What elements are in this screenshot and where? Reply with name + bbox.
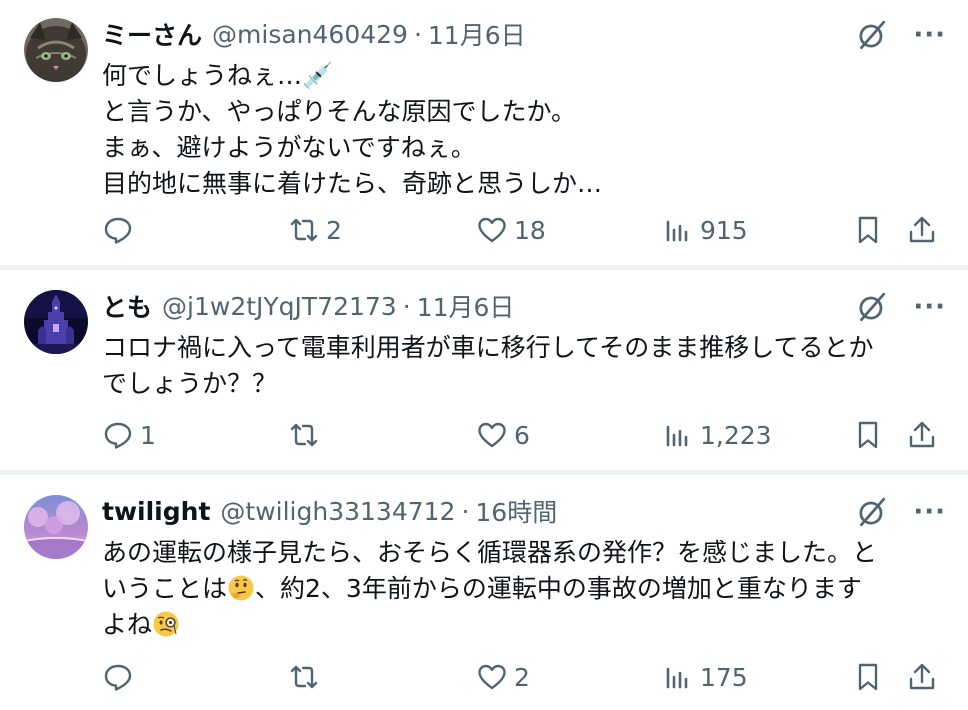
more-icon[interactable]: ··· [913, 22, 946, 48]
views-icon [666, 425, 688, 447]
views-button[interactable]: 915 [662, 210, 748, 250]
author-handle[interactable]: @j1w2tJYqJT72173 [162, 292, 397, 321]
repost-icon [290, 218, 318, 242]
like-icon [478, 664, 506, 690]
bookmark-button[interactable] [852, 415, 884, 455]
separator-dot: · [413, 19, 422, 49]
repost-icon [290, 423, 318, 447]
reply-count: 1 [140, 420, 156, 450]
repost-count: 2 [326, 215, 342, 245]
share-button[interactable] [906, 657, 938, 697]
like-icon [478, 422, 506, 448]
post-header: とも @j1w2tJYqJT72173 · 11月6日 [102, 288, 514, 324]
repost-button[interactable] [288, 657, 326, 697]
views-button[interactable]: 1,223 [662, 415, 772, 455]
view-count: 175 [700, 662, 748, 692]
avatar[interactable] [24, 18, 88, 82]
share-icon [909, 421, 935, 448]
post-3[interactable]: twilight @twiligh33134712 · 16時間 ··· あの運… [0, 475, 968, 710]
action-bar: 1 6 1,223 [0, 415, 968, 455]
author-name[interactable]: twilight [102, 497, 210, 526]
post-timestamp[interactable]: 11月6日 [428, 16, 526, 52]
post-text: コロナ禍に入って電車利用者が車に移行してそのまま推移してるとか でしょうか？？ [102, 333, 874, 398]
bookmark-icon [858, 421, 878, 449]
avatar[interactable] [24, 495, 88, 559]
reply-button[interactable]: 1 [102, 415, 156, 455]
post-text-line: あの運転の様子見たら、おそらく循環器系の発作？を感じました。と [102, 538, 878, 567]
share-button[interactable] [906, 415, 938, 455]
views-button[interactable]: 175 [662, 657, 748, 697]
like-icon [478, 217, 506, 243]
like-count: 2 [514, 662, 530, 692]
bookmark-icon [858, 216, 878, 244]
repost-icon [290, 665, 318, 689]
post-header-actions: ··· [855, 18, 946, 52]
like-count: 6 [514, 420, 530, 450]
more-icon[interactable]: ··· [913, 499, 946, 525]
like-button[interactable]: 2 [476, 657, 530, 697]
share-icon [909, 663, 935, 690]
like-button[interactable]: 6 [476, 415, 530, 455]
face-with-monocle-icon [153, 611, 179, 637]
separator-dot: · [402, 291, 411, 321]
bookmark-button[interactable] [852, 210, 884, 250]
view-count: 1,223 [700, 420, 772, 450]
post-2[interactable]: とも @j1w2tJYqJT72173 · 11月6日 ··· コロナ禍に入って… [0, 270, 968, 470]
bookmark-icon [858, 663, 878, 691]
like-count: 18 [514, 215, 546, 245]
post-header: twilight @twiligh33134712 · 16時間 [102, 493, 557, 529]
grok-icon[interactable] [855, 18, 889, 52]
separator-dot: · [461, 496, 470, 526]
avatar[interactable] [24, 290, 88, 354]
reply-button[interactable] [102, 657, 140, 697]
more-icon[interactable]: ··· [913, 294, 946, 320]
repost-button[interactable]: 2 [288, 210, 342, 250]
share-button[interactable] [906, 210, 938, 250]
reply-icon [104, 217, 132, 244]
post-timestamp[interactable]: 16時間 [475, 493, 557, 529]
author-name[interactable]: ミーさん [102, 16, 202, 52]
views-icon [666, 220, 688, 242]
reply-icon [104, 422, 132, 449]
post-text-line: いうことは 、約2、3年前からの運転中の事故の増加と重なります [102, 574, 862, 603]
action-bar: 2 18 915 [0, 210, 968, 250]
like-button[interactable]: 18 [476, 210, 546, 250]
post-text-line: よね [102, 607, 952, 643]
repost-button[interactable] [288, 415, 326, 455]
view-count: 915 [700, 215, 748, 245]
post-header: ミーさん @misan460429 · 11月6日 [102, 16, 526, 52]
bookmark-button[interactable] [852, 657, 884, 697]
post-1[interactable]: ミーさん @misan460429 · 11月6日 ··· 何でしょうねぇ…💉 … [0, 0, 968, 265]
post-text: あの運転の様子見たら、おそらく循環器系の発作？を感じました。と いうことは 、約2… [102, 535, 952, 643]
views-icon [666, 667, 688, 689]
post-timestamp[interactable]: 11月6日 [417, 288, 515, 324]
action-bar: 2 175 [0, 657, 968, 697]
grok-icon[interactable] [855, 495, 889, 529]
post-header-actions: ··· [855, 495, 946, 529]
reply-button[interactable] [102, 210, 140, 250]
grok-icon[interactable] [855, 290, 889, 324]
share-icon [909, 216, 935, 243]
thinking-face-icon [228, 575, 254, 601]
post-header-actions: ··· [855, 290, 946, 324]
reply-icon [104, 664, 132, 691]
author-handle[interactable]: @misan460429 [212, 20, 408, 49]
author-name[interactable]: とも [102, 288, 152, 324]
post-text: 何でしょうねぇ…💉 と言うか、やっぱりそんな原因でしたか。 まぁ、避けようがない… [102, 61, 603, 198]
author-handle[interactable]: @twiligh33134712 [220, 497, 455, 526]
